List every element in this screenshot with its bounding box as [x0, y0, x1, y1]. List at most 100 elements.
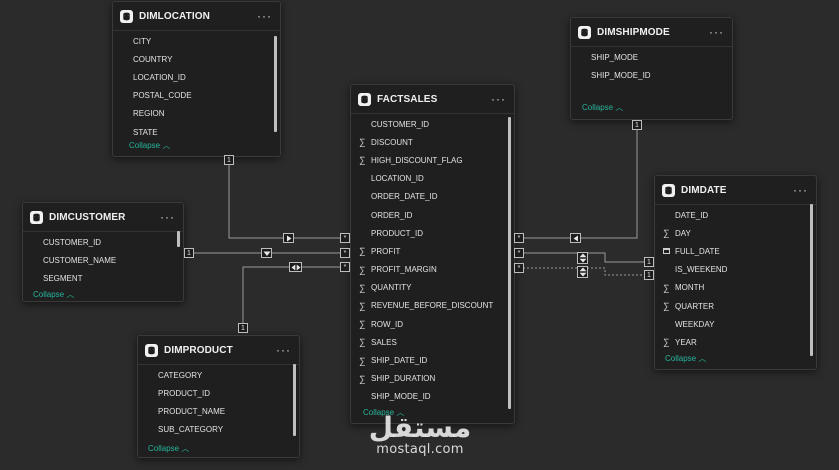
collapse-link[interactable]: Collapse ︿ [140, 443, 189, 454]
field-row[interactable]: ∑ YEAR [655, 333, 816, 351]
field-row[interactable]: ∑ HIGH_DISCOUNT_FLAG [351, 151, 514, 169]
field-row[interactable]: SEGMENT [23, 269, 183, 287]
filter-direction-both-icon[interactable] [289, 262, 302, 272]
cardinality-many-badge[interactable]: * [340, 262, 350, 272]
field-row[interactable]: SHIP_MODE_ID [351, 388, 514, 406]
field-row[interactable]: FULL_DATE [655, 242, 816, 260]
cardinality-many-badge[interactable]: * [340, 233, 350, 243]
field-name: REGION [133, 109, 165, 119]
field-row[interactable]: ∑ SALES [351, 333, 514, 351]
field-row[interactable]: PRODUCT_NAME [138, 402, 299, 420]
table-card-dimshipmode[interactable]: DIMSHIPMODE ··· SHIP_MODE SHIP_MODE_ID Co… [570, 17, 733, 120]
more-options-icon[interactable]: ··· [793, 184, 808, 196]
field-row[interactable]: ∑ PROFIT [351, 242, 514, 260]
scrollbar[interactable] [293, 364, 296, 436]
table-card-dimlocation[interactable]: DIMLOCATION ··· CITY COUNTRY LOCATION_ID PO… [112, 1, 281, 157]
field-row[interactable]: LOCATION_ID [113, 68, 280, 86]
cardinality-many-badge[interactable]: * [514, 248, 524, 258]
field-list: CATEGORY PRODUCT_ID PRODUCT_NAME SUB_CATEGO… [138, 365, 299, 439]
cardinality-one-badge[interactable]: 1 [184, 248, 194, 258]
field-row[interactable]: ∑ PROFIT_MARGIN [351, 261, 514, 279]
collapse-label: Collapse [33, 290, 65, 299]
database-icon [145, 343, 158, 357]
rel-line-dimlocation [228, 157, 350, 239]
field-row[interactable]: ∑ DISCOUNT [351, 133, 514, 151]
field-row[interactable]: SHIP_MODE_ID [571, 66, 732, 84]
scrollbar[interactable] [274, 36, 277, 132]
scrollbar[interactable] [508, 117, 511, 409]
field-row[interactable]: REGION [113, 105, 280, 123]
table-title: DIMSHIPMODE [597, 26, 670, 38]
more-options-icon[interactable]: ··· [709, 26, 724, 38]
field-row[interactable]: CUSTOMER_ID [351, 115, 514, 133]
field-name: MONTH [675, 283, 705, 293]
filter-direction-both-icon[interactable] [577, 252, 588, 264]
table-card-dimdate[interactable]: DIMDATE ··· DATE_ID ∑ DAY FULL_DATE IS_WEEKE… [654, 175, 817, 370]
field-row[interactable]: IS_WEEKEND [655, 261, 816, 279]
table-card-dimproduct[interactable]: DIMPRODUCT ··· CATEGORY PRODUCT_ID PRODUCT… [137, 335, 300, 458]
field-row[interactable]: CATEGORY [138, 366, 299, 384]
field-row[interactable]: SUB_CATEGORY [138, 421, 299, 439]
field-row[interactable]: ∑ ROW_ID [351, 315, 514, 333]
sigma-icon: ∑ [359, 337, 366, 348]
field-name: QUANTITY [371, 283, 412, 293]
collapse-link[interactable]: Collapse ︿ [574, 102, 623, 113]
field-name: SHIP_MODE_ID [591, 70, 651, 80]
filter-direction-right-icon[interactable] [283, 233, 294, 243]
collapse-link[interactable]: Collapse ︿ [657, 353, 706, 364]
cardinality-one-badge[interactable]: 1 [632, 120, 642, 130]
field-row[interactable]: SHIP_MODE [571, 48, 732, 66]
collapse-link[interactable]: Collapse ︿ [25, 289, 74, 300]
scrollbar[interactable] [177, 231, 180, 247]
card-header: DIMDATE ··· [655, 176, 816, 205]
cardinality-one-badge[interactable]: 1 [224, 155, 234, 165]
field-row[interactable]: ORDER_DATE_ID [351, 188, 514, 206]
more-options-icon[interactable]: ··· [491, 93, 506, 105]
field-row[interactable]: ∑ QUARTER [655, 297, 816, 315]
field-row[interactable]: ∑ QUANTITY [351, 279, 514, 297]
field-row[interactable]: ∑ SHIP_DURATION [351, 370, 514, 388]
field-name: QUARTER [675, 301, 714, 311]
table-card-dimcustomer[interactable]: DIMCUSTOMER ··· CUSTOMER_ID CUSTOMER_NAME… [22, 202, 184, 302]
filter-direction-both-icon[interactable] [577, 266, 588, 278]
field-row[interactable]: ∑ REVENUE_BEFORE_DISCOUNT [351, 297, 514, 315]
sigma-icon: ∑ [663, 300, 670, 311]
more-options-icon[interactable]: ··· [160, 211, 175, 223]
field-row[interactable]: LOCATION_ID [351, 170, 514, 188]
field-row[interactable]: COUNTRY [113, 50, 280, 68]
field-name: WEEKDAY [675, 319, 715, 329]
cardinality-many-badge[interactable]: * [340, 248, 350, 258]
rel-line-dimproduct [242, 266, 350, 333]
field-row[interactable]: ∑ DAY [655, 224, 816, 242]
cardinality-many-badge[interactable]: * [514, 263, 524, 273]
field-row[interactable]: WEEKDAY [655, 315, 816, 333]
field-row[interactable]: DATE_ID [655, 206, 816, 224]
field-row[interactable]: STATE [113, 123, 280, 141]
database-icon [358, 92, 371, 106]
collapse-link[interactable]: Collapse ︿ [121, 140, 170, 151]
filter-direction-down-icon[interactable] [261, 248, 272, 258]
more-options-icon[interactable]: ··· [276, 344, 291, 356]
watermark-arabic: مستقل [368, 411, 472, 444]
rel-line-dimshipmode [515, 120, 638, 239]
field-name: SUB_CATEGORY [158, 425, 224, 435]
field-row[interactable]: CITY [113, 32, 280, 50]
field-name: STATE [133, 127, 158, 137]
field-row[interactable]: ∑ MONTH [655, 279, 816, 297]
table-card-factsales[interactable]: FACTSALES ··· CUSTOMER_ID ∑ DISCOUNT ∑ HIGH_… [350, 84, 515, 424]
chevron-up-icon: ︿ [615, 103, 624, 112]
field-row[interactable]: PRODUCT_ID [138, 384, 299, 402]
scrollbar[interactable] [810, 204, 813, 356]
cardinality-one-badge[interactable]: 1 [644, 270, 654, 280]
field-row[interactable]: CUSTOMER_NAME [23, 251, 183, 269]
field-row[interactable]: POSTAL_CODE [113, 87, 280, 105]
more-options-icon[interactable]: ··· [257, 10, 272, 22]
cardinality-one-badge[interactable]: 1 [644, 257, 654, 267]
cardinality-many-badge[interactable]: * [514, 233, 524, 243]
cardinality-one-badge[interactable]: 1 [238, 323, 248, 333]
filter-direction-left-icon[interactable] [570, 233, 581, 243]
field-row[interactable]: CUSTOMER_ID [23, 233, 183, 251]
field-row[interactable]: PRODUCT_ID [351, 224, 514, 242]
field-row[interactable]: ORDER_ID [351, 206, 514, 224]
field-row[interactable]: ∑ SHIP_DATE_ID [351, 351, 514, 369]
